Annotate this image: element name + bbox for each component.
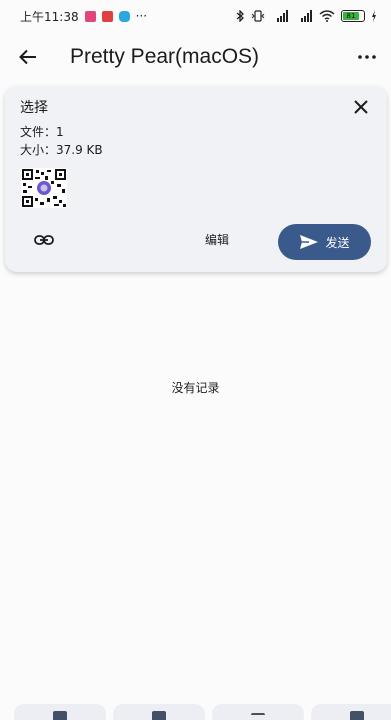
more-notifications-indicator: ··· bbox=[135, 9, 148, 23]
app-notification-icon bbox=[84, 10, 96, 22]
file-icon bbox=[53, 711, 67, 720]
status-time: 上午11:38 bbox=[20, 9, 79, 24]
file-size: 大小：37.9 KB bbox=[20, 143, 103, 157]
more-options-button[interactable] bbox=[343, 32, 391, 82]
tab-text[interactable] bbox=[212, 704, 304, 720]
back-button[interactable] bbox=[0, 32, 56, 82]
bottom-action-bar bbox=[0, 704, 391, 720]
text-icon bbox=[251, 713, 265, 715]
close-icon bbox=[354, 100, 368, 114]
edit-button[interactable]: 编辑 bbox=[205, 231, 229, 248]
media-icon bbox=[152, 711, 166, 720]
vibrate-icon bbox=[251, 10, 265, 22]
send-button[interactable]: 发送 bbox=[278, 224, 371, 260]
selection-title: 选择 bbox=[20, 100, 48, 116]
file-count: 文件：1 bbox=[20, 125, 64, 139]
charging-icon bbox=[372, 10, 376, 22]
wifi-icon bbox=[319, 10, 335, 22]
arrow-left-icon bbox=[19, 49, 36, 65]
close-selection-button[interactable] bbox=[349, 95, 373, 119]
copy-link-button[interactable] bbox=[29, 228, 59, 252]
file-thumbnail-qr[interactable] bbox=[21, 168, 67, 208]
bluetooth-icon bbox=[236, 10, 244, 22]
link-icon bbox=[34, 235, 54, 245]
send-button-label: 发送 bbox=[325, 235, 350, 250]
app2-notification-icon bbox=[118, 10, 130, 22]
empty-history-message: 没有记录 bbox=[171, 381, 220, 395]
status-bar: 上午11:38 ··· 81 bbox=[0, 0, 391, 32]
more-horizontal-icon bbox=[358, 55, 376, 59]
page-title: Pretty Pear(macOS) bbox=[70, 45, 260, 68]
mail-notification-icon bbox=[101, 10, 113, 22]
tab-folder[interactable] bbox=[311, 704, 391, 720]
tab-media[interactable] bbox=[113, 704, 205, 720]
status-right: 81 bbox=[236, 10, 377, 22]
folder-icon bbox=[350, 711, 364, 720]
signal-1-icon bbox=[277, 10, 288, 22]
status-left: 上午11:38 ··· bbox=[20, 8, 147, 25]
selection-card: 选择 文件：1 大小：37.9 KB 编辑 发送 bbox=[5, 86, 387, 272]
app-bar: Pretty Pear(macOS) bbox=[0, 32, 391, 82]
battery-level: 81 bbox=[343, 12, 359, 20]
signal-2-icon bbox=[301, 10, 312, 22]
tab-file[interactable] bbox=[14, 704, 106, 720]
battery-icon: 81 bbox=[341, 10, 365, 22]
send-icon bbox=[300, 235, 319, 249]
